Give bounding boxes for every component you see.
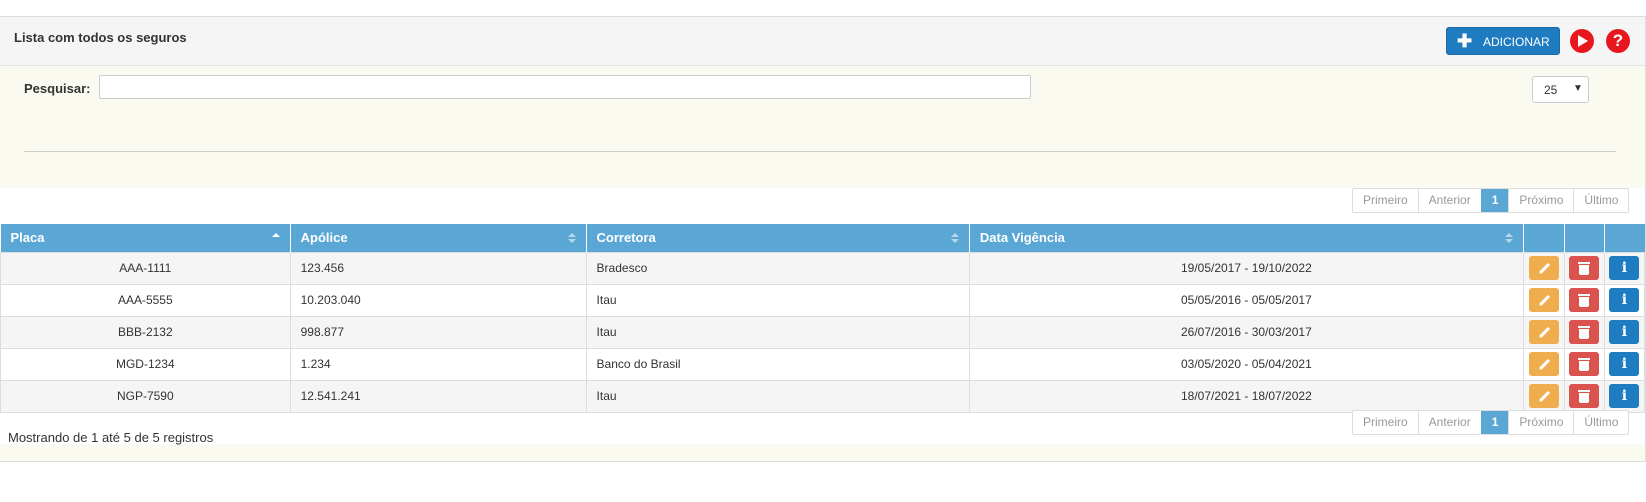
- page-size-select[interactable]: 25 ▼: [1532, 76, 1589, 103]
- cell-placa: AAA-5555: [0, 283, 291, 317]
- column-header-vigencia[interactable]: Data Vigência: [969, 224, 1524, 252]
- cell-corretora: Itau: [585, 283, 970, 317]
- delete-button[interactable]: [1569, 352, 1600, 376]
- info-button[interactable]: i: [1609, 384, 1640, 408]
- column-header-placa[interactable]: Placa: [0, 224, 291, 252]
- table-row: NGP-7590 12.541.241 Itau 18/07/2021 - 18…: [0, 379, 1646, 413]
- column-header-info: [1604, 224, 1645, 252]
- trash-icon: [1578, 326, 1591, 328]
- table-row: AAA-5555 10.203.040 Itau 05/05/2016 - 05…: [0, 283, 1646, 317]
- cell-placa: BBB-2132: [0, 315, 291, 349]
- help-icon[interactable]: ?: [1606, 29, 1630, 53]
- pager-page-1[interactable]: 1: [1480, 411, 1509, 434]
- pencil-icon: [1538, 390, 1551, 403]
- cell-vigencia: 26/07/2016 - 30/03/2017: [968, 315, 1524, 349]
- cell-placa: MGD-1234: [0, 347, 291, 381]
- edit-button[interactable]: [1528, 320, 1559, 344]
- delete-button[interactable]: [1569, 384, 1600, 408]
- add-button[interactable]: ✚ ADICIONAR: [1446, 27, 1560, 55]
- cell-apolice: 998.877: [289, 315, 587, 349]
- cell-apolice: 12.541.241: [289, 379, 587, 413]
- info-button[interactable]: i: [1609, 320, 1640, 344]
- pager-page-1[interactable]: 1: [1480, 189, 1509, 212]
- add-button-label: ADICIONAR: [1483, 35, 1550, 49]
- pager-previous[interactable]: Anterior: [1417, 411, 1481, 434]
- play-icon[interactable]: [1570, 29, 1594, 53]
- table-row: BBB-2132 998.877 Itau 26/07/2016 - 30/03…: [0, 315, 1646, 349]
- pagination-top: Primeiro Anterior 1 Próximo Último: [1352, 188, 1630, 213]
- search-label: Pesquisar:: [24, 81, 91, 96]
- trash-icon: [1578, 294, 1591, 296]
- plus-icon: ✚: [1457, 31, 1473, 51]
- edit-button[interactable]: [1528, 256, 1559, 280]
- pencil-icon: [1538, 294, 1551, 307]
- column-header-apolice[interactable]: Apólice: [290, 224, 587, 252]
- records-info: Mostrando de 1 até 5 de 5 registros: [8, 430, 214, 445]
- pager-last[interactable]: Último: [1573, 189, 1628, 212]
- panel-header: Lista com todos os seguros ✚ ADICIONAR ?: [0, 17, 1645, 66]
- page-title: Lista com todos os seguros: [14, 30, 187, 45]
- pagination-bottom: Primeiro Anterior 1 Próximo Último: [1352, 410, 1630, 435]
- edit-button[interactable]: [1528, 352, 1559, 376]
- sort-icon: [567, 233, 576, 243]
- pager-next[interactable]: Próximo: [1508, 189, 1573, 212]
- pager-first[interactable]: Primeiro: [1353, 411, 1418, 434]
- cell-corretora: Itau: [585, 315, 970, 349]
- chevron-down-icon: ▼: [1573, 83, 1583, 94]
- sort-asc-icon: [271, 233, 280, 243]
- cell-apolice: 10.203.040: [289, 283, 587, 317]
- delete-button[interactable]: [1569, 320, 1600, 344]
- cell-vigencia: 03/05/2020 - 05/04/2021: [968, 347, 1524, 381]
- cell-placa: AAA-1111: [0, 251, 291, 285]
- page-size-value: 25: [1544, 83, 1558, 97]
- cell-apolice: 1.234: [289, 347, 587, 381]
- cell-corretora: Bradesco: [585, 251, 970, 285]
- trash-icon: [1578, 262, 1591, 264]
- cell-vigencia: 05/05/2016 - 05/05/2017: [968, 283, 1524, 317]
- delete-button[interactable]: [1569, 256, 1600, 280]
- pager-first[interactable]: Primeiro: [1353, 189, 1418, 212]
- table-row: MGD-1234 1.234 Banco do Brasil 03/05/202…: [0, 347, 1646, 381]
- cell-corretora: Itau: [585, 379, 970, 413]
- table-row: AAA-1111 123.456 Bradesco 19/05/2017 - 1…: [0, 251, 1646, 285]
- cell-apolice: 123.456: [289, 251, 587, 285]
- column-header-delete: [1564, 224, 1605, 252]
- delete-button[interactable]: [1569, 288, 1600, 312]
- pager-last[interactable]: Último: [1573, 411, 1628, 434]
- column-header-edit: [1523, 224, 1565, 252]
- edit-button[interactable]: [1528, 384, 1559, 408]
- edit-button[interactable]: [1528, 288, 1559, 312]
- divider: [24, 151, 1616, 152]
- pencil-icon: [1538, 262, 1551, 275]
- trash-icon: [1578, 390, 1591, 392]
- search-input[interactable]: [99, 75, 1031, 99]
- column-header-corretora[interactable]: Corretora: [586, 224, 970, 252]
- cell-vigencia: 18/07/2021 - 18/07/2022: [968, 379, 1524, 413]
- info-button[interactable]: i: [1609, 256, 1640, 280]
- info-button[interactable]: i: [1609, 288, 1640, 312]
- cell-corretora: Banco do Brasil: [585, 347, 970, 381]
- cell-placa: NGP-7590: [0, 379, 291, 413]
- pager-previous[interactable]: Anterior: [1417, 189, 1481, 212]
- pencil-icon: [1538, 326, 1551, 339]
- cell-vigencia: 19/05/2017 - 19/10/2022: [968, 251, 1524, 285]
- pager-next[interactable]: Próximo: [1508, 411, 1573, 434]
- info-button[interactable]: i: [1609, 352, 1640, 376]
- trash-icon: [1578, 358, 1591, 360]
- pencil-icon: [1538, 358, 1551, 371]
- sort-icon: [1504, 233, 1513, 243]
- table-header-row: Placa Apólice Corretora Data Vigência: [0, 224, 1645, 252]
- insurance-table: Placa Apólice Corretora Data Vigência AA…: [0, 224, 1646, 413]
- sort-icon: [950, 233, 959, 243]
